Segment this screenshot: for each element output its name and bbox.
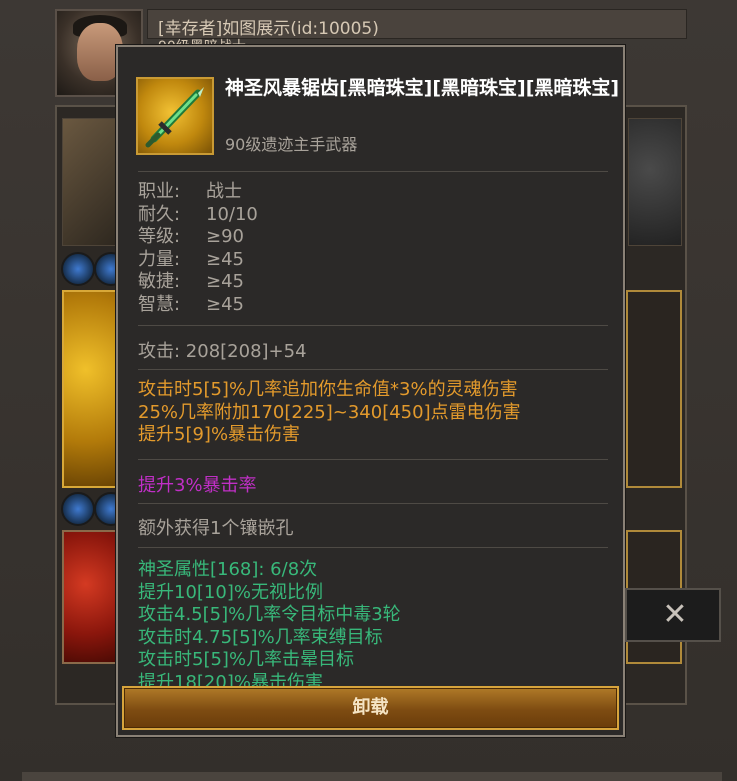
- holy-line: 攻击时5[5]%几率击晕目标: [138, 649, 355, 670]
- requirement-row: 敏捷: ≥45: [138, 271, 258, 294]
- socket-line: 额外获得1个镶嵌孔: [138, 518, 294, 539]
- armor-slot[interactable]: [62, 530, 120, 664]
- requirement-row: 职业: 战士: [138, 181, 258, 204]
- requirement-key: 等级:: [138, 226, 181, 247]
- close-icon[interactable]: ✕: [661, 600, 689, 630]
- offhand-slot[interactable]: [626, 290, 682, 488]
- requirement-row: 等级: ≥90: [138, 226, 258, 249]
- divider: [138, 325, 608, 326]
- sword-icon: [136, 77, 214, 155]
- holy-line: 攻击4.5[5]%几率令目标中毒3轮: [138, 604, 401, 625]
- emblem-left-icon: [62, 118, 124, 246]
- requirement-key: 力量:: [138, 248, 181, 270]
- requirement-key: 智慧:: [138, 293, 181, 315]
- requirement-value: ≥45: [206, 293, 244, 315]
- unequip-button[interactable]: 卸载: [122, 686, 619, 730]
- divider: [138, 503, 608, 504]
- divider: [138, 369, 608, 370]
- holy-attributes: 神圣属性[168]: 6/8次 提升10[10]%无视比例 攻击4.5[5]%几…: [138, 559, 401, 694]
- requirement-value: 10/10: [206, 203, 258, 225]
- requirement-row: 力量: ≥45: [138, 249, 258, 272]
- weapon-slot[interactable]: [62, 290, 120, 488]
- requirements-list: 职业: 战士 耐久: 10/10 等级: ≥90 力量: ≥45 敏捷: ≥45 智慧: ≥…: [138, 181, 258, 316]
- requirement-value: ≥45: [206, 248, 244, 270]
- requirement-key: 职业:: [138, 181, 181, 202]
- requirement-key: 敏捷:: [138, 271, 181, 292]
- orange-affixes: 攻击时5[5]%几率追加你生命值*3%的灵魂伤害 25%几率附加170[225]…: [138, 379, 521, 447]
- emblem-right-icon: [628, 118, 682, 246]
- attack-stat: 攻击: 208[208]+54: [138, 341, 307, 362]
- bottom-strip: [22, 772, 722, 781]
- close-button[interactable]: ✕: [625, 588, 721, 642]
- requirement-value: ≥90: [206, 226, 244, 247]
- affix-line: 攻击时5[5]%几率追加你生命值*3%的灵魂伤害: [138, 379, 518, 400]
- holy-line: 神圣属性[168]: 6/8次: [138, 559, 318, 580]
- requirement-key: 耐久:: [138, 203, 181, 225]
- holy-line: 攻击时4.75[5]%几率束缚目标: [138, 626, 383, 648]
- magenta-affix: 提升3%暴击率: [138, 475, 257, 496]
- gem-slot-icon[interactable]: [61, 492, 95, 526]
- affix-line: 25%几率附加170[225]~340[450]点雷电伤害: [138, 401, 521, 423]
- divider: [138, 459, 608, 460]
- gem-slot-icon[interactable]: [61, 252, 95, 286]
- divider: [138, 171, 608, 172]
- item-tooltip: 神圣风暴锯齿[黑暗珠宝][黑暗珠宝][黑暗珠宝] 90级遗迹主手武器 职业: 战士…: [116, 45, 625, 737]
- requirement-row: 耐久: 10/10: [138, 204, 258, 227]
- holy-line: 提升10[10]%无视比例: [138, 581, 323, 603]
- divider: [138, 547, 608, 548]
- requirement-value: ≥45: [206, 271, 244, 292]
- item-name: 神圣风暴锯齿[黑暗珠宝][黑暗珠宝][黑暗珠宝]: [225, 77, 620, 99]
- requirement-row: 智慧: ≥45: [138, 294, 258, 317]
- affix-line: 提升5[9]%暴击伤害: [138, 424, 301, 445]
- item-type: 90级遗迹主手武器: [225, 135, 358, 154]
- requirement-value: 战士: [206, 181, 242, 202]
